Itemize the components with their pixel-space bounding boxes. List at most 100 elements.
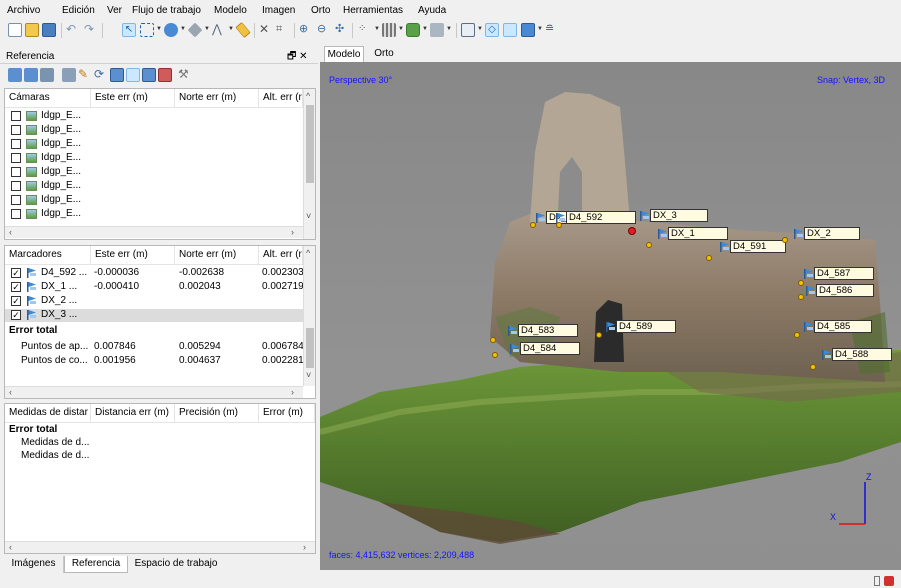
import-reference-icon[interactable] xyxy=(8,68,22,82)
marker-point-icon[interactable] xyxy=(798,294,804,300)
textured-model-icon[interactable] xyxy=(406,23,420,37)
menu-orto[interactable]: Orto xyxy=(311,5,330,16)
dropdown-arrow-icon[interactable]: ▼ xyxy=(374,26,380,32)
rotate-object-icon[interactable] xyxy=(164,23,178,37)
viewport-marker-label[interactable]: D4_591 xyxy=(730,240,786,253)
show-shapes-icon[interactable]: ◇ xyxy=(485,23,499,37)
viewport-marker-label[interactable]: D4_583 xyxy=(518,324,578,337)
point-cloud-icon[interactable]: ⁘ xyxy=(358,23,372,37)
marker-row[interactable]: ✓ DX_1 ... -0.000410 0.002043 0.002719 xyxy=(5,281,304,294)
camera-row[interactable]: Idgp_E... xyxy=(5,180,303,192)
camera-row[interactable]: Idgp_E... xyxy=(5,152,303,164)
header-error[interactable]: Error (m) xyxy=(259,404,315,422)
marker-point-icon[interactable] xyxy=(798,280,804,286)
dropdown-arrow-icon[interactable]: ▼ xyxy=(228,26,234,32)
header-alt-err[interactable]: Alt. err (r xyxy=(259,89,303,107)
cameras-horizontal-scrollbar[interactable]: ‹ › xyxy=(5,226,303,238)
redo-icon[interactable]: ↷ xyxy=(84,23,98,37)
camera-checkbox[interactable] xyxy=(11,153,21,163)
ruler-icon[interactable] xyxy=(235,21,251,39)
draw-polyline-icon[interactable]: ⋀ xyxy=(212,23,226,37)
dropdown-arrow-icon[interactable]: ▼ xyxy=(398,26,404,32)
camera-checkbox[interactable] xyxy=(11,209,21,219)
header-norte-err[interactable]: Norte err (m) xyxy=(175,89,259,107)
navigation-pointer-icon[interactable]: ↖ xyxy=(122,23,136,37)
marker-row[interactable]: ✓ DX_2 ... xyxy=(5,295,303,308)
tab-orto[interactable]: Orto xyxy=(366,46,402,62)
tab-espacio-de-trabajo[interactable]: Espacio de trabajo xyxy=(128,556,224,573)
header-precision[interactable]: Precisión (m) xyxy=(175,404,259,422)
settings-tools-icon[interactable]: ⚒ xyxy=(178,68,192,82)
show-grid-icon[interactable]: ≘ xyxy=(545,23,559,37)
marker-checkbox[interactable]: ✓ xyxy=(11,268,21,278)
tiled-model-icon[interactable] xyxy=(430,23,444,37)
marker-point-icon[interactable] xyxy=(530,222,536,228)
markers-horizontal-scrollbar[interactable]: ‹ › xyxy=(5,386,303,398)
reference-table-icon[interactable] xyxy=(62,68,76,82)
marker-point-icon[interactable] xyxy=(646,242,652,248)
dense-cloud-icon[interactable] xyxy=(382,23,396,37)
scroll-down-arrow-icon[interactable]: ˅ xyxy=(306,211,311,221)
menu-ayuda[interactable]: Ayuda xyxy=(418,5,446,16)
dropdown-arrow-icon[interactable]: ▼ xyxy=(537,26,543,32)
new-document-icon[interactable] xyxy=(8,23,22,37)
scroll-left-arrow-icon[interactable]: ‹ xyxy=(9,227,12,237)
viewport-marker-label[interactable]: D4_589 xyxy=(616,320,676,333)
viewport-marker-label[interactable]: D4_585 xyxy=(814,320,872,333)
reset-view-icon[interactable]: ✣ xyxy=(335,23,349,37)
distances-horizontal-scrollbar[interactable]: ‹ › xyxy=(5,541,315,553)
marker-point-icon[interactable] xyxy=(810,364,816,370)
menu-herramientas[interactable]: Herramientas xyxy=(343,5,403,16)
delete-selection-icon[interactable]: ✕ xyxy=(259,23,273,37)
scroll-left-arrow-icon[interactable]: ‹ xyxy=(9,387,12,397)
scroll-thumb[interactable] xyxy=(306,105,314,183)
markers-vertical-scrollbar[interactable]: ^ ˅ xyxy=(303,246,315,386)
move-object-icon[interactable] xyxy=(187,22,203,38)
dropdown-arrow-icon[interactable]: ▼ xyxy=(156,26,162,32)
scroll-up-arrow-icon[interactable]: ^ xyxy=(306,91,310,101)
cameras-vertical-scrollbar[interactable]: ^ ˅ xyxy=(303,89,315,239)
header-este-err[interactable]: Este err (m) xyxy=(91,89,175,107)
crop-selection-icon[interactable]: ⌗ xyxy=(276,23,290,37)
camera-checkbox[interactable] xyxy=(11,167,21,177)
menu-modelo[interactable]: Modelo xyxy=(214,5,247,16)
camera-checkbox[interactable] xyxy=(11,111,21,121)
view-estimated-icon[interactable] xyxy=(126,68,140,82)
marker-point-icon[interactable] xyxy=(794,332,800,338)
dropdown-arrow-icon[interactable]: ▼ xyxy=(204,26,210,32)
marker-checkbox[interactable]: ✓ xyxy=(11,310,21,320)
tab-imagenes[interactable]: Imágenes xyxy=(4,556,64,573)
error-total-subrow[interactable]: Puntos de co... 0.001956 0.004637 0.002281 xyxy=(5,355,304,367)
camera-row[interactable]: Idgp_E... xyxy=(5,110,303,122)
menu-ver[interactable]: Ver xyxy=(107,5,122,16)
marker-row[interactable]: ✓ D4_592 ... -0.000036 -0.002638 0.002303 xyxy=(5,267,304,280)
marker-point-icon[interactable] xyxy=(628,227,636,235)
viewport-marker-label[interactable]: D4_592 xyxy=(566,211,636,224)
rectangle-selection-icon[interactable] xyxy=(140,23,154,37)
camera-checkbox[interactable] xyxy=(11,139,21,149)
optimize-cameras-icon[interactable]: ✎ xyxy=(78,68,92,82)
menu-flujo-de-trabajo[interactable]: Flujo de trabajo xyxy=(132,5,201,16)
camera-checkbox[interactable] xyxy=(11,125,21,135)
view-errors-icon[interactable] xyxy=(142,68,156,82)
header-distancia-err[interactable]: Distancia err (m) xyxy=(91,404,175,422)
viewport-marker-label[interactable]: DX_2 xyxy=(804,227,860,240)
viewport-marker-label[interactable]: D4_587 xyxy=(814,267,874,280)
scroll-right-arrow-icon[interactable]: › xyxy=(291,227,294,237)
scroll-right-arrow-icon[interactable]: › xyxy=(303,542,306,552)
open-folder-icon[interactable] xyxy=(25,23,39,37)
camera-row[interactable]: Idgp_E... xyxy=(5,138,303,150)
header-camaras[interactable]: Cámaras xyxy=(5,89,91,107)
model-viewport[interactable]: Z X Perspective 30° Snap: Vertex, 3D fac… xyxy=(320,62,901,570)
marker-checkbox[interactable]: ✓ xyxy=(11,296,21,306)
camera-row[interactable]: Idgp_E... xyxy=(5,194,303,206)
header-alt-err[interactable]: Alt. err (r xyxy=(259,246,303,264)
camera-checkbox[interactable] xyxy=(11,195,21,205)
menu-imagen[interactable]: Imagen xyxy=(262,5,295,16)
zoom-out-icon[interactable]: ⊖ xyxy=(317,23,331,37)
marker-row[interactable]: ✓ DX_3 ... xyxy=(5,309,303,322)
tab-modelo[interactable]: Modelo xyxy=(324,46,364,62)
camera-checkbox[interactable] xyxy=(11,181,21,191)
undo-icon[interactable]: ↶ xyxy=(66,23,80,37)
show-markers-icon[interactable] xyxy=(503,23,517,37)
